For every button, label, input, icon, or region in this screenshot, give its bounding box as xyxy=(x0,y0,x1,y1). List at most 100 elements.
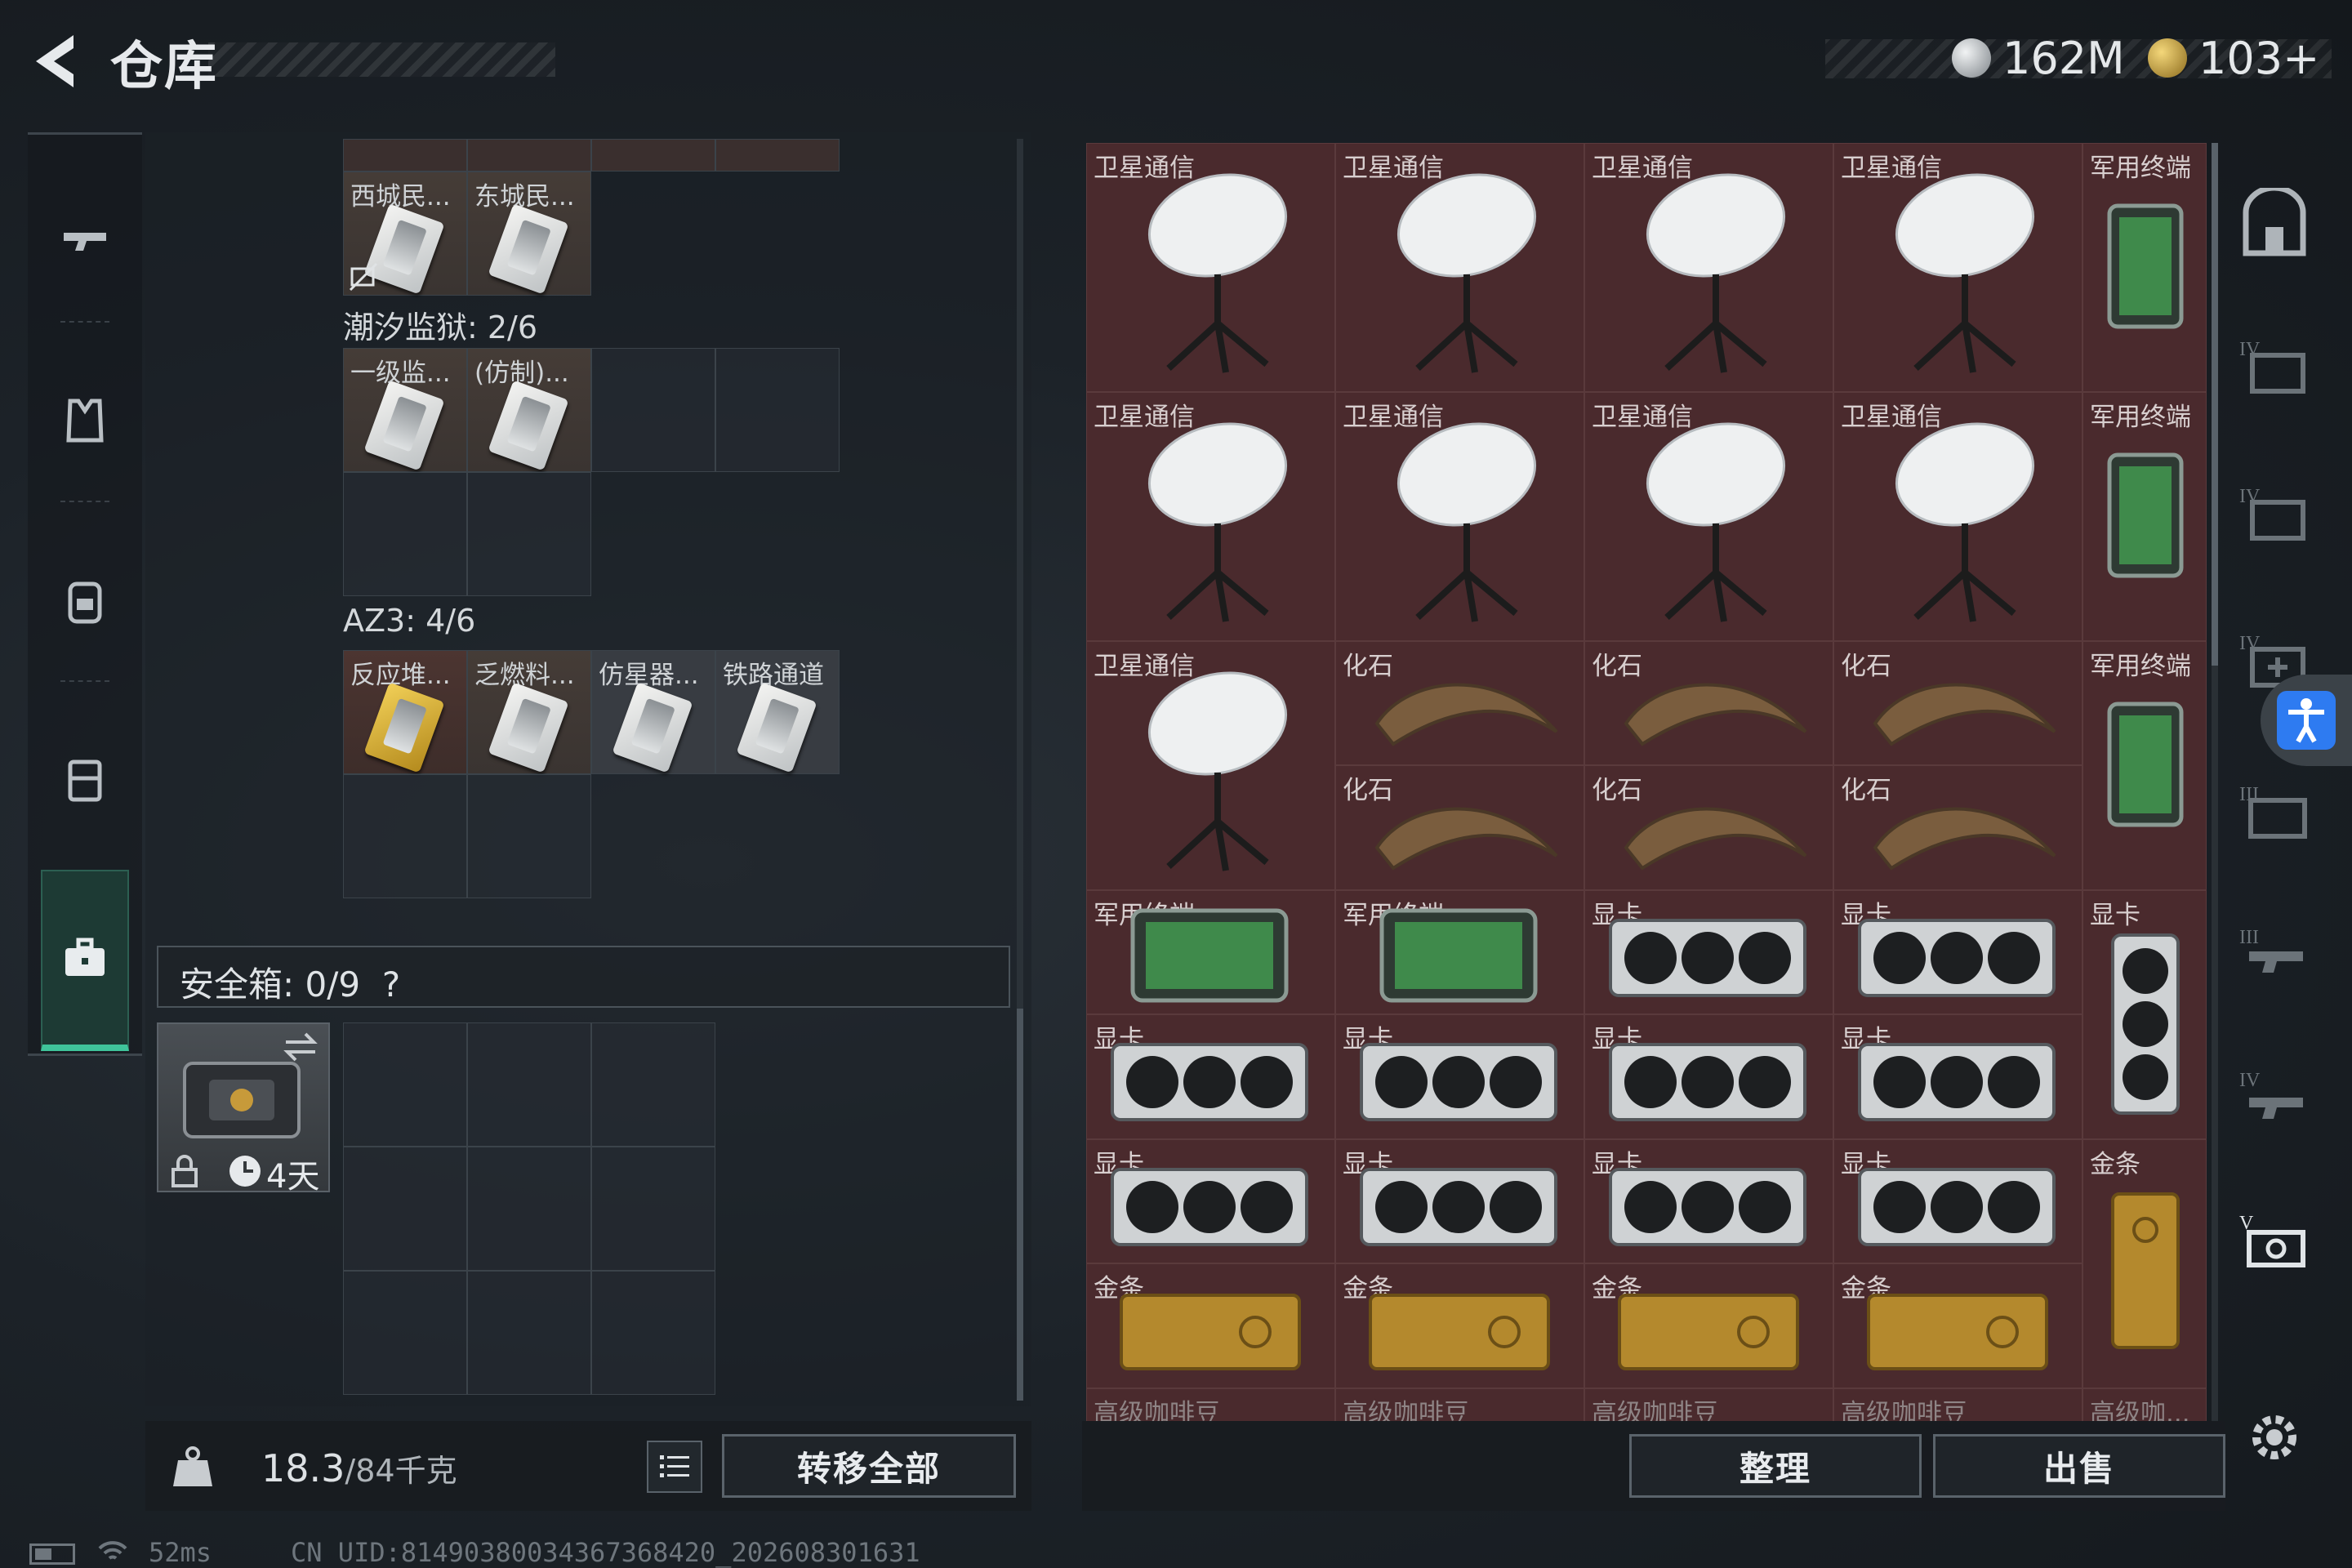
item-satellite-comm[interactable]: 卫星通信 xyxy=(1086,143,1335,392)
swap-icon[interactable] xyxy=(281,1031,320,1063)
keycard-slot-empty[interactable] xyxy=(343,472,467,596)
help-icon[interactable]: ? xyxy=(382,964,400,1004)
item-military-terminal[interactable]: 军用终端 xyxy=(1086,890,1335,1014)
keycard-slot[interactable]: 东城民... xyxy=(467,172,591,296)
silver-coin-icon xyxy=(1952,38,1991,78)
keycard-slot[interactable]: 一级监... xyxy=(343,348,467,472)
sort-button[interactable]: 整理 xyxy=(1629,1434,1922,1498)
rail-item-tier-4-folder[interactable]: IV xyxy=(2230,470,2319,559)
item-military-terminal[interactable]: 军用终端 xyxy=(2082,392,2207,641)
item-satellite-comm[interactable]: 卫星通信 xyxy=(1584,392,1833,641)
item-graphics-card[interactable]: 显卡 xyxy=(2082,890,2207,1139)
item-fossil[interactable]: 化石 xyxy=(1584,641,1833,765)
safe-box-label: 安全箱: 0/9 ? xyxy=(180,964,401,1004)
item-premium-coffee-beans[interactable]: 高级咖啡豆 xyxy=(1833,1388,2082,1421)
item-fossil[interactable]: 化石 xyxy=(1584,765,1833,890)
item-satellite-comm[interactable]: 卫星通信 xyxy=(1086,392,1335,641)
item-graphics-card[interactable]: 显卡 xyxy=(1086,1014,1335,1139)
item-premium-coffee-beans[interactable]: 高级咖... xyxy=(2082,1388,2207,1421)
item-graphics-card[interactable]: 显卡 xyxy=(1833,890,2082,1014)
item-satellite-comm[interactable]: 卫星通信 xyxy=(1086,641,1335,890)
keycard-slot-partial[interactable] xyxy=(467,139,591,172)
safe-box-item[interactable]: 4天 xyxy=(157,1022,330,1196)
list-view-button[interactable] xyxy=(647,1441,702,1493)
safe-box-slot-empty[interactable] xyxy=(467,1271,591,1395)
item-fossil[interactable]: 化石 xyxy=(1335,765,1584,890)
item-graphics-card[interactable]: 显卡 xyxy=(1833,1014,2082,1139)
back-arrow-icon[interactable] xyxy=(24,29,90,94)
item-graphics-card[interactable]: 显卡 xyxy=(1584,1139,1833,1263)
nav-armor[interactable] xyxy=(28,339,142,502)
nav-backpack[interactable] xyxy=(28,519,142,682)
safe-box-slot-empty[interactable] xyxy=(591,1147,715,1271)
item-graphics-card[interactable]: 显卡 xyxy=(1335,1014,1584,1139)
safe-box-slot-empty[interactable] xyxy=(343,1271,467,1395)
item-graphics-card[interactable]: 显卡 xyxy=(1086,1139,1335,1263)
rail-item-tier-5-safe[interactable]: V xyxy=(2230,1196,2319,1286)
currency-silver[interactable]: 162M xyxy=(1952,31,2125,85)
item-premium-coffee-beans[interactable]: 高级咖啡豆 xyxy=(1335,1388,1584,1421)
inventory-scrollbar-thumb[interactable] xyxy=(2212,143,2218,666)
accessibility-button[interactable] xyxy=(2261,675,2352,766)
item-gold-bar[interactable]: 金条 xyxy=(2082,1139,2207,1388)
keycard-slot[interactable]: 仿星器... xyxy=(591,650,715,774)
item-satellite-comm[interactable]: 卫星通信 xyxy=(1584,143,1833,392)
keycard-slot[interactable]: 铁路通道 xyxy=(715,650,840,774)
item-military-terminal[interactable]: 军用终端 xyxy=(1335,890,1584,1014)
safe-box-slot-empty[interactable] xyxy=(343,1147,467,1271)
item-graphics-card[interactable]: 显卡 xyxy=(1584,1014,1833,1139)
safe-box-slot-empty[interactable] xyxy=(467,1022,591,1147)
keycard-slot-empty[interactable] xyxy=(467,774,591,898)
rail-item-storage-home[interactable] xyxy=(2230,180,2319,270)
rail-item-tier-4-gun-case[interactable]: IV xyxy=(2230,1054,2319,1143)
sell-button[interactable]: 出售 xyxy=(1933,1434,2225,1498)
keycard-slot-empty[interactable] xyxy=(467,472,591,596)
transfer-all-button[interactable]: 转移全部 xyxy=(722,1434,1016,1498)
item-gold-bar[interactable]: 金条 xyxy=(1086,1263,1335,1388)
rail-item-tier-4-folder[interactable]: IV xyxy=(2230,323,2319,412)
graphics-card-icon xyxy=(1858,1168,2056,1246)
keycard-slot[interactable]: 乏燃料... xyxy=(467,650,591,774)
nav-weapons[interactable] xyxy=(28,159,142,323)
keycard-slot[interactable]: 西城民... xyxy=(343,172,467,296)
item-premium-coffee-beans[interactable]: 高级咖啡豆 xyxy=(1086,1388,1335,1421)
item-graphics-card[interactable]: 显卡 xyxy=(1584,890,1833,1014)
item-fossil[interactable]: 化石 xyxy=(1833,641,2082,765)
rail-item-tier-3-gun-case[interactable]: III xyxy=(2230,911,2319,1000)
item-military-terminal[interactable]: 军用终端 xyxy=(2082,641,2207,890)
item-fossil[interactable]: 化石 xyxy=(1833,765,2082,890)
keycard-slot-partial[interactable] xyxy=(343,139,467,172)
item-premium-coffee-beans[interactable]: 高级咖啡豆 xyxy=(1584,1388,1833,1421)
safe-box-slot-empty[interactable] xyxy=(591,1271,715,1395)
keycard-slot[interactable]: 反应堆... xyxy=(343,650,467,774)
keycard-slot[interactable]: (仿制)... xyxy=(467,348,591,472)
settings-gear-icon[interactable] xyxy=(2246,1409,2303,1466)
item-gold-bar[interactable]: 金条 xyxy=(1584,1263,1833,1388)
item-graphics-card[interactable]: 显卡 xyxy=(1833,1139,2082,1263)
keycard-slot-empty[interactable] xyxy=(343,774,467,898)
keycard-label: 乏燃料... xyxy=(474,661,575,690)
safe-box-slot-empty[interactable] xyxy=(467,1147,591,1271)
keycard-slot-partial[interactable] xyxy=(715,139,840,172)
keycard-slot-empty[interactable] xyxy=(715,348,840,472)
item-gold-bar[interactable]: 金条 xyxy=(1833,1263,2082,1388)
rail-item-tier-3-weapon-case[interactable]: III xyxy=(2230,768,2319,858)
currency-gold[interactable]: 103+ xyxy=(2148,31,2319,85)
keycard-slot-partial[interactable] xyxy=(591,139,715,172)
item-military-terminal[interactable]: 军用终端 xyxy=(2082,143,2207,392)
item-satellite-comm[interactable]: 卫星通信 xyxy=(1335,143,1584,392)
item-fossil[interactable]: 化石 xyxy=(1335,641,1584,765)
safe-box-slot-empty[interactable] xyxy=(343,1022,467,1147)
item-label: 高级咖啡豆 xyxy=(1841,1399,1967,1421)
keycard-panel-scrollbar-thumb[interactable] xyxy=(1017,1009,1023,1401)
item-gold-bar[interactable]: 金条 xyxy=(1335,1263,1584,1388)
keycard-slot-empty[interactable] xyxy=(591,348,715,472)
item-satellite-comm[interactable]: 卫星通信 xyxy=(1833,392,2082,641)
nav-chest-rig[interactable] xyxy=(28,698,142,862)
item-satellite-comm[interactable]: 卫星通信 xyxy=(1833,143,2082,392)
nav-toolbox[interactable] xyxy=(41,870,129,1051)
item-label: 显卡 xyxy=(2090,901,2140,930)
item-graphics-card[interactable]: 显卡 xyxy=(1335,1139,1584,1263)
safe-box-slot-empty[interactable] xyxy=(591,1022,715,1147)
item-satellite-comm[interactable]: 卫星通信 xyxy=(1335,392,1584,641)
